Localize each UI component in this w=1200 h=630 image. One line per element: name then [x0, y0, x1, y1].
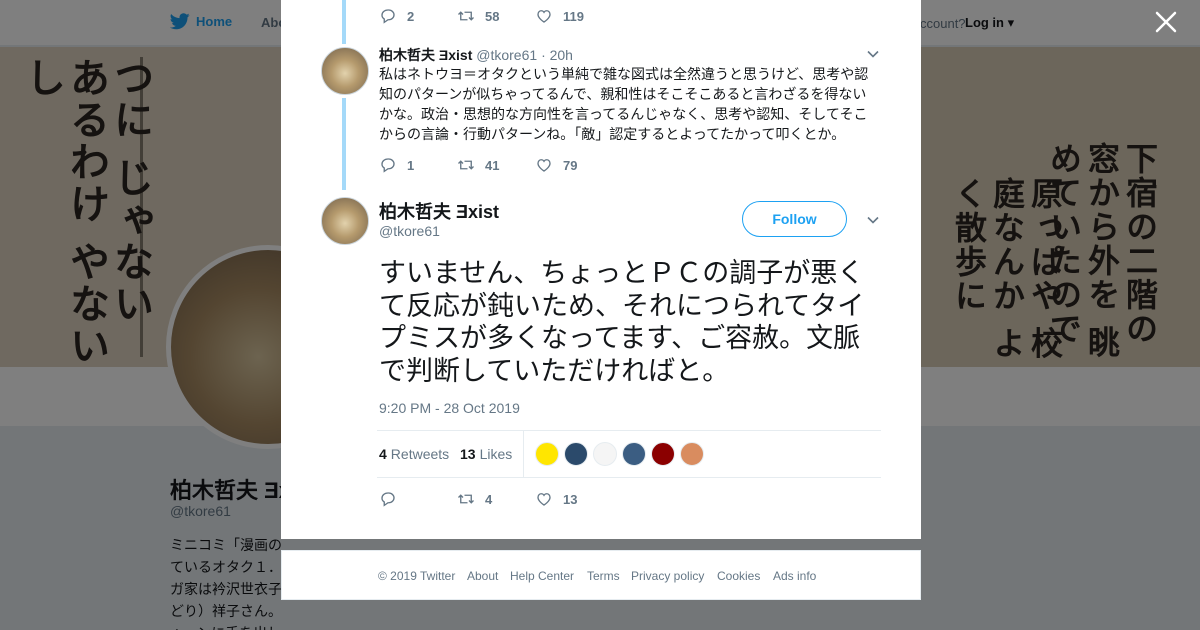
like-count: 13: [563, 491, 578, 507]
tweet-header: 柏木哲夫 Ǝxist @tkore61 · 20h: [379, 45, 573, 65]
tweet-permalink-modal: 2 58 119 柏木哲夫 Ǝxist @tkore61 · 20h 私はネトウ…: [281, 0, 921, 539]
retweet-button[interactable]: 4: [457, 490, 505, 508]
tweet-time[interactable]: · 20h: [541, 47, 573, 63]
heart-icon: [537, 10, 551, 23]
retweet-button[interactable]: 41: [457, 156, 505, 174]
thread-connector: [342, 0, 346, 44]
thread-connector: [342, 98, 346, 190]
retweet-button[interactable]: 58: [457, 7, 505, 25]
chevron-down-icon[interactable]: [866, 213, 880, 227]
stats-divider: [523, 431, 524, 477]
footer-terms-link[interactable]: Terms: [587, 569, 620, 583]
tweet-author-handle[interactable]: @tkore61: [476, 47, 537, 63]
likes-stat[interactable]: 13 Likes: [460, 446, 512, 462]
retweets-stat-count: 4: [379, 446, 387, 462]
avatar[interactable]: [321, 197, 369, 245]
reply-icon: [381, 9, 395, 24]
footer-privacy-link[interactable]: Privacy policy: [631, 569, 704, 583]
reply-count: 2: [407, 8, 415, 24]
liker-avatar[interactable]: [535, 442, 559, 466]
chevron-down-icon[interactable]: [866, 47, 880, 61]
tweet-actions: 1 41 79: [379, 155, 613, 175]
close-icon[interactable]: [1152, 10, 1180, 38]
reply-button[interactable]: [379, 490, 427, 508]
footer-copyright: © 2019 Twitter: [378, 569, 456, 583]
modal-footer: © 2019 Twitter About Help Center Terms P…: [281, 550, 921, 600]
tweet-text: 私はネトウヨ＝オタクという単純で雑な図式は全然違うと思うけど、思考や認知のパター…: [379, 66, 869, 142]
follow-button[interactable]: Follow: [742, 201, 847, 237]
retweet-icon: [458, 160, 474, 170]
liker-avatar[interactable]: [593, 442, 617, 466]
tweet-actions: 4 13: [379, 489, 613, 509]
tweet-timestamp[interactable]: 9:20 PM - 28 Oct 2019: [379, 400, 520, 416]
tweet-author-name[interactable]: 柏木哲夫 Ǝxist: [379, 198, 499, 224]
like-count: 119: [563, 8, 584, 24]
footer-about-link[interactable]: About: [467, 569, 498, 583]
retweet-icon: [458, 494, 474, 504]
retweets-stat-label: Retweets: [390, 446, 450, 462]
retweet-count: 41: [485, 157, 500, 173]
reply-icon: [381, 492, 395, 507]
liker-avatar[interactable]: [564, 442, 588, 466]
liker-avatar[interactable]: [622, 442, 646, 466]
footer-ads-link[interactable]: Ads info: [773, 569, 816, 583]
retweet-icon: [458, 11, 474, 21]
liker-avatars: [535, 442, 709, 466]
like-count: 79: [563, 157, 578, 173]
likes-stat-count: 13: [460, 446, 476, 462]
like-button[interactable]: 119: [535, 7, 584, 25]
retweet-count: 58: [485, 8, 500, 24]
heart-icon: [537, 493, 551, 506]
tweet-text: すいません、ちょっとＰＣの調子が悪くて反応が鈍いため、それにつられてタイプミスが…: [379, 258, 865, 386]
prev-tweet-actions: 2 58 119: [379, 6, 614, 26]
footer-cookies-link[interactable]: Cookies: [717, 569, 760, 583]
tweet-author-handle[interactable]: @tkore61: [379, 223, 440, 239]
retweets-stat[interactable]: 4 Retweets: [379, 446, 449, 462]
reply-button[interactable]: 2: [379, 7, 427, 25]
avatar[interactable]: [321, 47, 369, 95]
reply-count: 1: [407, 157, 415, 173]
heart-icon: [537, 159, 551, 172]
reply-icon: [381, 158, 395, 173]
tweet-stats: 4 Retweets 13 Likes: [377, 430, 881, 478]
tweet-author-name[interactable]: 柏木哲夫 Ǝxist: [379, 47, 472, 63]
retweet-count: 4: [485, 491, 493, 507]
like-button[interactable]: 13: [535, 490, 583, 508]
reply-button[interactable]: 1: [379, 156, 427, 174]
footer-help-link[interactable]: Help Center: [510, 569, 574, 583]
liker-avatar[interactable]: [680, 442, 704, 466]
likes-stat-label: Likes: [479, 446, 513, 462]
liker-avatar[interactable]: [651, 442, 675, 466]
like-button[interactable]: 79: [535, 156, 583, 174]
